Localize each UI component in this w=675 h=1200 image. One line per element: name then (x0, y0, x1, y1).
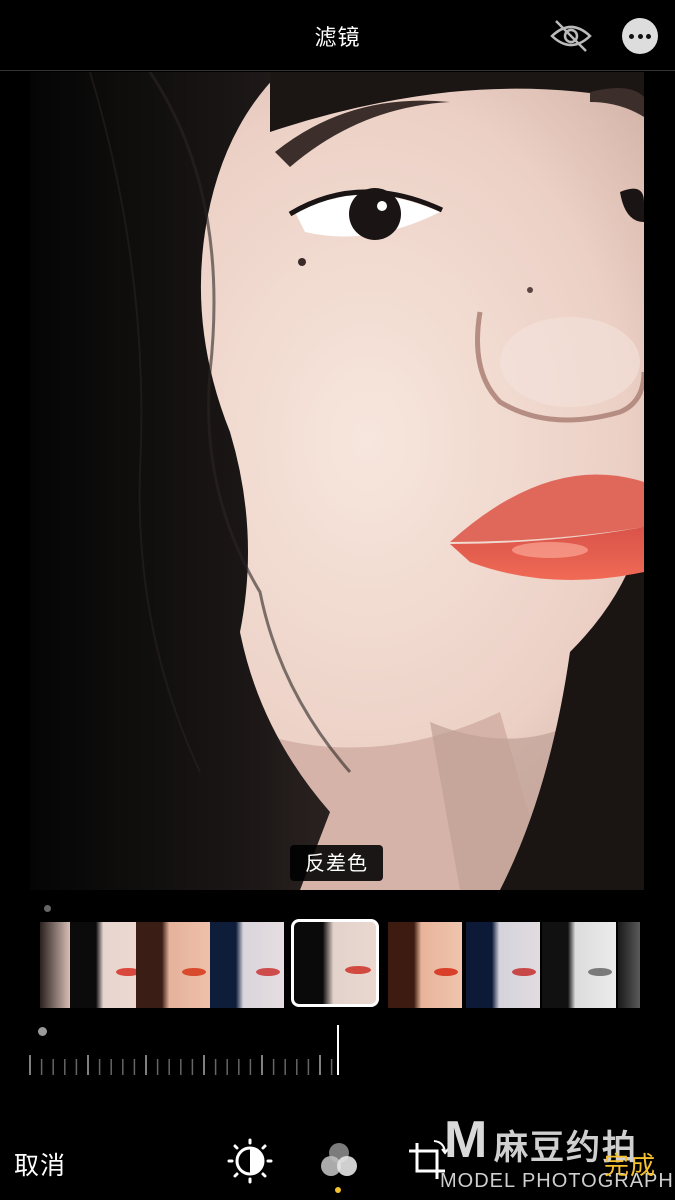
filter-thumbnail[interactable] (136, 922, 210, 1008)
filter-thumbnail[interactable] (388, 922, 462, 1008)
intensity-slider[interactable] (28, 1025, 348, 1077)
strip-indicator-dot (44, 905, 51, 912)
filter-thumbnail[interactable] (70, 922, 144, 1008)
watermark-logo: M (444, 1111, 488, 1169)
filter-thumbnail[interactable] (466, 922, 540, 1008)
more-options-button[interactable] (622, 18, 658, 54)
filter-name-badge: 反差色 (290, 845, 383, 881)
active-tool-indicator (335, 1187, 341, 1193)
filter-thumbnail[interactable] (618, 922, 640, 1008)
cancel-button[interactable]: 取消 (14, 1146, 66, 1182)
header-divider (0, 70, 675, 71)
filter-thumbnail-selected[interactable] (291, 919, 379, 1007)
done-button[interactable]: 完成 (604, 1146, 656, 1182)
filter-strip[interactable] (0, 919, 675, 1010)
photo-preview (30, 72, 644, 890)
ellipsis-icon (629, 34, 634, 39)
filter-thumbnail[interactable] (542, 922, 616, 1008)
filter-thumbnail[interactable] (210, 922, 284, 1008)
filter-thumbnail[interactable] (40, 922, 70, 1008)
eye-slash-icon[interactable] (548, 16, 594, 56)
adjust-icon[interactable] (227, 1138, 273, 1184)
filters-icon[interactable] (316, 1138, 362, 1184)
